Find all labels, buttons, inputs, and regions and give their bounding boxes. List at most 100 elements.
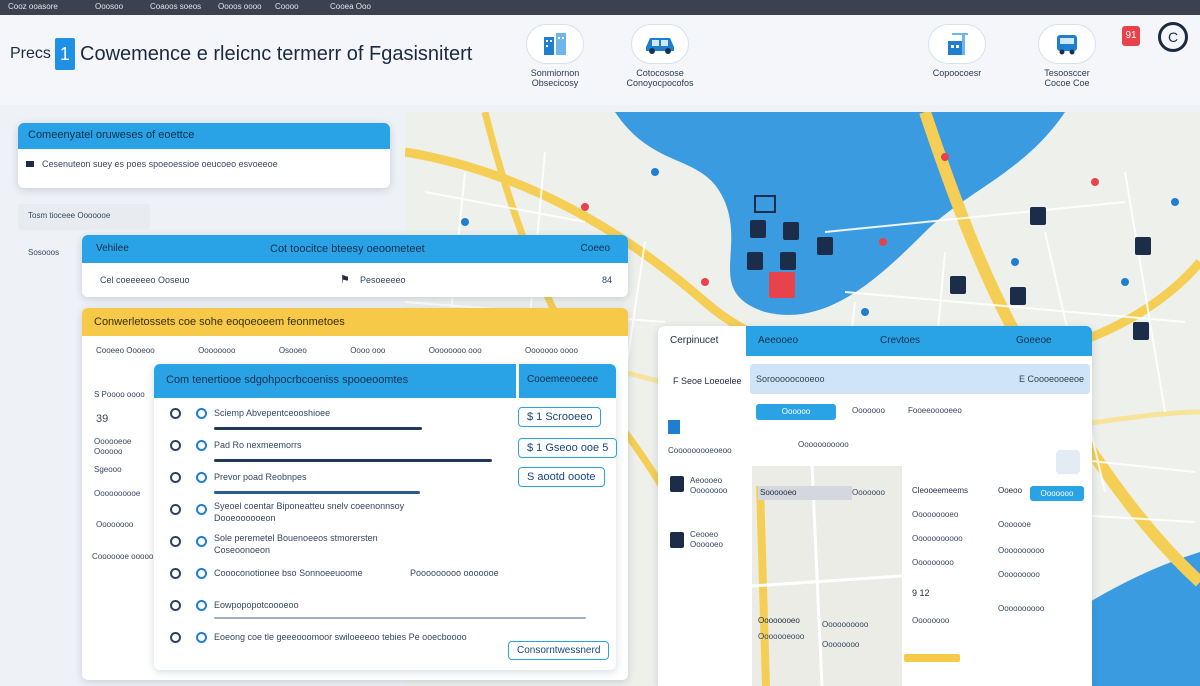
tab[interactable]: Goeeoe	[986, 326, 1092, 356]
circle-icon	[196, 440, 207, 451]
bottom-label: Oooooooeo	[758, 616, 800, 625]
topbar-item[interactable]: Coaoos soeos	[150, 2, 201, 11]
car-icon	[631, 24, 689, 64]
detail-item: Oooooooo	[912, 616, 950, 625]
app-logo[interactable]: Precs 1	[10, 38, 75, 70]
radio-icon	[170, 600, 181, 611]
circle-icon	[196, 632, 207, 643]
nav-label: Copoocoesr	[932, 68, 982, 78]
radio-icon	[170, 568, 181, 579]
mid-item[interactable]: Soooooeo	[760, 488, 796, 497]
nav-item-1[interactable]: Sonmiornon Obsecicosy	[500, 24, 610, 88]
tab[interactable]: Aeeooeo	[746, 326, 856, 356]
square-icon	[668, 420, 680, 434]
list-item[interactable]: Coooconotionee bso Sonnoeeuoome Pooooooo…	[166, 565, 506, 597]
left-label: 39	[96, 413, 109, 425]
column-header[interactable]: Cooeeo Oooeoo	[96, 346, 155, 355]
car-icon	[670, 476, 684, 492]
tab[interactable]: Crevtoes	[856, 326, 986, 356]
confirm-button[interactable]: Consorntwessnerd	[508, 641, 610, 660]
option-text: Pad Ro nexmeemorrs	[214, 440, 302, 450]
mid-item[interactable]: Ooooooo	[852, 488, 885, 497]
nav-item-3[interactable]: Copoocoesr	[902, 24, 1012, 78]
detail-item: Oooooooooo	[998, 546, 1045, 555]
building-crane-icon	[928, 24, 986, 64]
vehicle-panel: Vehilee Cot toocitce bteesy oeoometeet C…	[82, 235, 628, 297]
topbar-item[interactable]: Oooos oooo	[218, 2, 262, 11]
column-header: Ooooooo	[852, 406, 885, 415]
building-icon	[526, 24, 584, 64]
minimap-canvas	[752, 466, 902, 686]
nav-sublabel: Cocoe Coe	[1044, 78, 1090, 88]
search-placeholder: Sorooooocooeoo	[756, 374, 825, 384]
list-item[interactable]: Syeoel coentar Biponeatteu snelv coeenon…	[166, 501, 506, 533]
list-item[interactable]: Eowpopopotcoooeoo	[166, 597, 586, 629]
radio-icon	[170, 440, 181, 451]
top-bar: Cooz ooasore Ooosoo Coaoos soeos Oooos o…	[0, 0, 1200, 15]
overview-panel: Comeenyatel oruweses of eoettce Cesenute…	[18, 123, 390, 188]
price-tag[interactable]: $ 1 Scrooeeo	[518, 407, 602, 427]
progress-bar	[904, 654, 960, 662]
option-list: Sciemp Abvepentceooshioee Pad Ro nexmeem…	[166, 405, 586, 661]
nav-item-2[interactable]: Cotocosose Conoyocpocofos	[605, 24, 715, 88]
vehicle-header-right[interactable]: Coeeo	[581, 243, 610, 254]
option-subtext: Coseoonoeon	[214, 545, 271, 555]
column-header[interactable]: Osooeo	[279, 346, 307, 355]
side-item[interactable]: Aeoooeo Oooooooo	[690, 476, 727, 496]
detail-item: Oooooooooo	[998, 604, 1045, 613]
column-header[interactable]: Ooooooo oooo	[525, 346, 578, 355]
info-icon[interactable]	[1056, 450, 1080, 474]
topbar-item[interactable]: Cooz ooasore	[8, 2, 58, 11]
side-item[interactable]: Cooooooooeoeoo	[668, 446, 732, 455]
radio-icon	[170, 536, 181, 547]
bottom-label: Oooooooo	[822, 640, 860, 649]
topbar-item[interactable]: Coooo	[275, 2, 299, 11]
column-header[interactable]: Oooo ooo	[350, 346, 385, 355]
small-button[interactable]: Ooooooo	[1030, 486, 1084, 501]
topbar-item[interactable]: Ooosoo	[95, 2, 123, 11]
list-icon	[26, 161, 34, 167]
option-text: Eowpopopotcoooeoo	[214, 600, 299, 610]
list-item[interactable]: Pad Ro nexmeemorrs	[166, 437, 506, 469]
tab-active[interactable]: Cerpinucet	[658, 326, 746, 356]
option-subtext: Dooeoooooeon	[214, 513, 276, 523]
column-header[interactable]: Oooooooo	[198, 346, 235, 355]
list-item[interactable]: Sciemp Abvepentceooshioee	[166, 405, 506, 437]
notification-badge[interactable]: 91	[1122, 26, 1140, 46]
side-item[interactable]: Ceooeo Oooooeo	[690, 530, 723, 550]
detail-item: Ooooooe	[998, 520, 1031, 529]
left-label: Oooooooo	[96, 520, 134, 529]
list-item[interactable]: Prevor poad Reobnpes	[166, 469, 506, 501]
price-tag[interactable]: S aootd ooote	[518, 467, 605, 487]
topbar-item[interactable]: Cooea Ooo	[330, 2, 371, 11]
option-subtext: Pooooooooo ooooooe	[410, 568, 499, 578]
user-avatar[interactable]: C	[1158, 22, 1188, 52]
circle-icon	[196, 568, 207, 579]
search-bar[interactable]: Sorooooocooeoo E Coooeooeeoe	[750, 364, 1090, 394]
option-text: Coooconotionee bso Sonnoeeuoome	[214, 568, 363, 578]
route-minimap[interactable]	[752, 466, 902, 686]
overview-title: Comeenyatel oruweses of eoettce	[18, 123, 390, 149]
nav-label: Cotocosose	[636, 68, 684, 78]
price-tag[interactable]: $ 1 Gseoo ooe 5	[518, 438, 618, 458]
radio-icon	[170, 632, 181, 643]
search-value: E Coooeooeeoe	[1018, 374, 1084, 384]
side-label: Sosooos	[28, 248, 60, 257]
filter-chip[interactable]: Tosm tioceee Ooooooe	[18, 204, 150, 230]
list-item[interactable]: Eoeong coe tle geeeooomoor swiloeeeoo te…	[166, 629, 506, 661]
overview-row-text: Cesenuteon suey es poes spoeoessioe oeuc…	[42, 159, 278, 169]
divider	[214, 617, 586, 619]
nav-item-4[interactable]: Tesoosccer Cocoe Coe	[1012, 24, 1122, 88]
radio-icon	[170, 472, 181, 483]
detail-item: Ooooooooeo	[912, 510, 959, 519]
left-label: Cooooooe ooooo	[92, 552, 154, 561]
filter-pill[interactable]: Oooooo	[756, 404, 836, 420]
list-item[interactable]: Sole peremetel Bouenoeeos stmorersten Co…	[166, 533, 506, 565]
option-text: Eoeong coe tle geeeooomoor swiloeeeoo te…	[214, 632, 467, 642]
option-bar	[214, 427, 422, 430]
options-title: Com tenertiooe sdgohpocrbcoeniss spooeoo…	[154, 364, 516, 398]
left-label: Oooooeoe Oooooo	[94, 437, 132, 456]
column-header[interactable]: Oooooooo ooo	[429, 346, 482, 355]
logo-number: 1	[54, 38, 75, 70]
options-tab[interactable]: Cooemeeoeeee	[519, 364, 616, 398]
